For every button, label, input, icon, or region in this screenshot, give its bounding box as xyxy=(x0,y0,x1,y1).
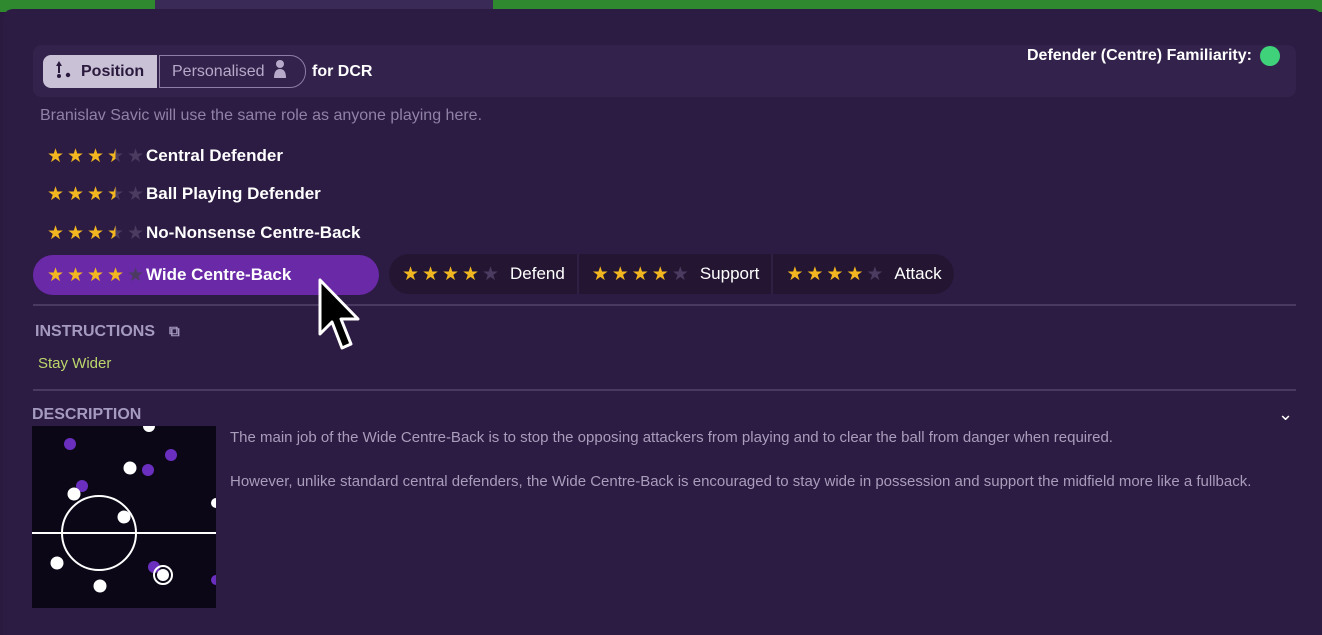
star-icon: ★ xyxy=(651,263,669,285)
duty-selector: ★ ★ ★ ★ ★ Defend ★ ★ ★ ★ ★ Support ★ ★ ★ ★ ★ Attack xyxy=(389,254,954,294)
star-icon: ★ xyxy=(106,264,125,286)
duty-option-attack[interactable]: ★ ★ ★ ★ ★ Attack xyxy=(773,254,953,294)
role-mode-toggle: Position Personalised for DCR xyxy=(43,55,372,88)
star-rating: ★ ★ ★ ★ ★ xyxy=(46,224,146,243)
familiarity-indicator: Defender (Centre) Familiarity: xyxy=(1027,46,1280,66)
description-paragraph: The main job of the Wide Centre-Back is … xyxy=(230,429,1113,446)
position-toggle-button[interactable]: Position xyxy=(43,55,157,88)
for-position-label: for DCR xyxy=(312,62,373,80)
star-icon: ★ xyxy=(846,263,864,285)
duty-label: Support xyxy=(699,264,760,283)
instruction-item: Stay Wider xyxy=(38,355,112,372)
star-icon: ★ xyxy=(86,145,105,167)
duty-label: Attack xyxy=(894,264,942,283)
star-rating: ★ ★ ★ ★ ★ xyxy=(591,265,690,284)
star-icon: ★ xyxy=(461,263,480,285)
star-icon: ★ xyxy=(611,263,629,285)
role-label: Ball Playing Defender xyxy=(146,184,321,203)
star-icon: ★ xyxy=(46,264,65,286)
mouse-cursor-icon xyxy=(318,278,364,357)
star-icon: ★ xyxy=(66,264,85,286)
role-label: No-Nonsense Centre-Back xyxy=(146,223,361,242)
star-rating: ★ ★ ★ ★ ★ xyxy=(46,185,146,204)
star-icon: ★ xyxy=(826,263,844,285)
star-icon: ★ xyxy=(126,183,145,205)
star-rating: ★ ★ ★ ★ ★ xyxy=(46,266,146,285)
star-icon: ★ xyxy=(66,183,85,205)
description-paragraph: However, unlike standard central defende… xyxy=(230,473,1252,490)
role-note: Branislav Savic will use the same role a… xyxy=(40,107,483,124)
description-heading: DESCRIPTION xyxy=(32,406,142,423)
star-icon: ★ xyxy=(106,145,125,167)
star-icon: ★ xyxy=(806,263,824,285)
star-icon: ★ xyxy=(591,263,609,285)
star-icon: ★ xyxy=(66,222,85,244)
star-icon: ★ xyxy=(631,263,649,285)
star-icon: ★ xyxy=(866,263,884,285)
star-rating: ★ ★ ★ ★ ★ xyxy=(401,265,500,284)
star-icon: ★ xyxy=(106,222,125,244)
position-arrows-icon xyxy=(55,59,73,84)
star-icon: ★ xyxy=(126,145,145,167)
familiarity-label: Defender (Centre) Familiarity: xyxy=(1027,47,1252,64)
duty-option-defend[interactable]: ★ ★ ★ ★ ★ Defend xyxy=(389,254,579,294)
instructions-title: INSTRUCTIONS xyxy=(35,323,155,340)
role-label: Wide Centre-Back xyxy=(146,265,292,284)
duty-label: Defend xyxy=(510,264,565,283)
star-icon: ★ xyxy=(46,183,65,205)
star-icon: ★ xyxy=(671,263,689,285)
star-rating: ★ ★ ★ ★ ★ xyxy=(785,265,884,284)
star-icon: ★ xyxy=(86,222,105,244)
role-label: Central Defender xyxy=(146,146,283,165)
star-icon: ★ xyxy=(106,183,125,205)
role-option-central-defender[interactable]: ★ ★ ★ ★ ★ Central Defender xyxy=(33,136,283,176)
star-icon: ★ xyxy=(126,222,145,244)
star-icon: ★ xyxy=(86,183,105,205)
person-icon xyxy=(273,59,287,84)
star-icon: ★ xyxy=(46,222,65,244)
star-icon: ★ xyxy=(126,264,145,286)
duty-option-support[interactable]: ★ ★ ★ ★ ★ Support xyxy=(579,254,774,294)
star-icon: ★ xyxy=(421,263,440,285)
divider xyxy=(33,304,1296,306)
star-rating: ★ ★ ★ ★ ★ xyxy=(46,147,146,166)
star-icon: ★ xyxy=(441,263,460,285)
personalised-toggle-label: Personalised xyxy=(172,62,265,80)
star-icon: ★ xyxy=(786,263,804,285)
star-icon: ★ xyxy=(46,145,65,167)
star-icon: ★ xyxy=(401,263,420,285)
role-option-ball-playing-defender[interactable]: ★ ★ ★ ★ ★ Ball Playing Defender xyxy=(33,174,321,214)
role-option-no-nonsense-centre-back[interactable]: ★ ★ ★ ★ ★ No-Nonsense Centre-Back xyxy=(33,213,360,253)
popout-icon[interactable]: ⧉ xyxy=(169,323,180,340)
star-icon: ★ xyxy=(66,145,85,167)
star-icon: ★ xyxy=(86,264,105,286)
instructions-heading: INSTRUCTIONS ⧉ xyxy=(35,323,180,341)
divider xyxy=(33,389,1296,391)
chevron-down-icon[interactable]: ⌄ xyxy=(1278,404,1293,425)
personalised-toggle-button[interactable]: Personalised xyxy=(159,55,306,88)
position-toggle-label: Position xyxy=(81,62,145,80)
familiarity-status-dot xyxy=(1259,46,1280,66)
star-icon: ★ xyxy=(481,263,500,285)
role-movement-diagram xyxy=(32,426,216,608)
